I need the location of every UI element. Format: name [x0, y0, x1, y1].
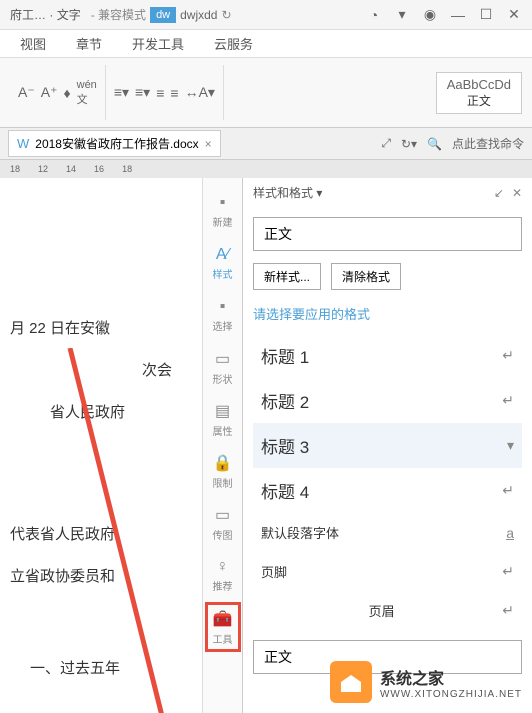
panel-hint: 请选择要应用的格式 — [253, 304, 522, 323]
document-tab-name: 2018安徽省政府工作报告.docx — [35, 135, 198, 152]
doc-text: 省人民政府 — [10, 392, 192, 434]
side-new[interactable]: ▪新建 — [205, 186, 241, 236]
minimize-button[interactable]: — — [448, 5, 468, 25]
maximize-button[interactable]: ☐ — [476, 5, 496, 25]
document-body[interactable]: 月 22 日在安徽 次会 省人民政府 代表省人民政府 立省政协委员和 一、过去五… — [0, 178, 202, 713]
sync-icon[interactable]: ↻ — [221, 8, 231, 22]
clear-format-button[interactable]: ♦ — [63, 85, 70, 101]
settings-icon[interactable]: ◉ — [420, 5, 440, 25]
title-doc-tab: 府工… · 文字 — [0, 6, 91, 23]
clear-format-button[interactable]: 清除格式 — [331, 263, 401, 290]
image-icon: ▭ — [215, 505, 230, 525]
side-limit[interactable]: 🔒限制 — [205, 446, 241, 496]
ruler: 1812141618 — [0, 160, 532, 178]
word-doc-icon: W — [17, 136, 29, 151]
doc-text: 次会 — [10, 350, 192, 392]
side-transfer[interactable]: ▭传图 — [205, 498, 241, 548]
numbering-button[interactable]: ≡▾ — [135, 84, 150, 101]
close-button[interactable]: ✕ — [504, 5, 524, 25]
style-item-h4[interactable]: 标题 4↵ — [253, 468, 522, 513]
menu-cloud[interactable]: 云服务 — [214, 34, 253, 53]
side-style[interactable]: A⁄样式 — [205, 238, 241, 288]
watermark: 系统之家 WWW.XITONGZHIJIA.NET — [330, 661, 522, 703]
indent-left-button[interactable]: ≡ — [156, 85, 164, 101]
phonetic-button[interactable]: wén文 — [77, 79, 97, 107]
dropdown-icon[interactable]: ▾ — [392, 5, 412, 25]
panel-pin-icon[interactable]: ↙ — [494, 186, 504, 200]
style-item-footer[interactable]: 页脚↵ — [253, 552, 522, 591]
shape-icon: ▭ — [215, 349, 230, 369]
style-item-h2[interactable]: 标题 2↵ — [253, 378, 522, 423]
style-item-h1[interactable]: 标题 1↵ — [253, 333, 522, 378]
app-icon[interactable]: ◔ — [364, 5, 384, 25]
style-list: 标题 1↵ 标题 2↵ 标题 3▾ 标题 4↵ 默认段落字体a 页脚↵ 页眉↵ — [253, 333, 522, 630]
filename-label: dwjxdd — [180, 8, 217, 22]
compat-mode-label: - 兼容模式 — [91, 6, 146, 23]
lock-icon: 🔒 — [213, 453, 233, 473]
doc-text: 一、过去五年 — [10, 648, 192, 690]
font-shrink-button[interactable]: A⁻ — [18, 84, 35, 101]
style-item-default-font[interactable]: 默认段落字体a — [253, 513, 522, 552]
prop-icon: ▤ — [215, 401, 230, 421]
select-icon: ▪ — [220, 298, 226, 316]
menu-dev[interactable]: 开发工具 — [132, 34, 184, 53]
side-tool-highlighted[interactable]: 🧰工具 — [205, 602, 241, 652]
current-style-display[interactable]: 正文 — [253, 217, 522, 251]
char-scale-button[interactable]: ↔A▾ — [185, 84, 215, 101]
collapse-icon[interactable]: ⤢ — [381, 136, 391, 151]
watermark-logo-icon — [330, 661, 372, 703]
tab-close-button[interactable]: × — [205, 137, 212, 151]
style-item-header[interactable]: 页眉↵ — [253, 591, 522, 630]
doc-text: 月 22 日在安徽 — [10, 308, 192, 350]
style-item-h3[interactable]: 标题 3▾ — [253, 423, 522, 468]
side-recommend[interactable]: ♀推荐 — [205, 550, 241, 600]
doc-text: 代表省人民政府 — [10, 514, 192, 556]
style-a-icon: A⁄ — [216, 246, 229, 264]
menu-view[interactable]: 视图 — [20, 34, 46, 53]
side-shape[interactable]: ▭形状 — [205, 342, 241, 392]
font-grow-button[interactable]: A⁺ — [41, 84, 58, 101]
new-style-button[interactable]: 新样式... — [253, 263, 321, 290]
side-prop[interactable]: ▤属性 — [205, 394, 241, 444]
toolbox-icon: 🧰 — [213, 609, 233, 629]
style-preview-box[interactable]: AaBbCcDd 正文 — [436, 72, 522, 114]
file-icon: ▪ — [220, 194, 226, 212]
refresh-icon[interactable]: ↻▾ — [401, 137, 417, 151]
menu-chapter[interactable]: 章节 — [76, 34, 102, 53]
bulb-icon: ♀ — [217, 558, 229, 576]
panel-close-button[interactable]: ✕ — [512, 186, 522, 200]
indent-right-button[interactable]: ≡ — [170, 85, 178, 101]
search-hint[interactable]: 点此查找命令 — [452, 135, 524, 152]
search-icon[interactable]: 🔍 — [427, 137, 442, 151]
doc-text: 立省政协委员和 — [10, 556, 192, 598]
document-tab[interactable]: W 2018安徽省政府工作报告.docx × — [8, 130, 221, 157]
dw-badge: dw — [150, 7, 176, 23]
bullets-button[interactable]: ≡▾ — [114, 84, 129, 101]
panel-title: 样式和格式 ▾ — [253, 184, 322, 201]
side-select[interactable]: ▪选择 — [205, 290, 241, 340]
